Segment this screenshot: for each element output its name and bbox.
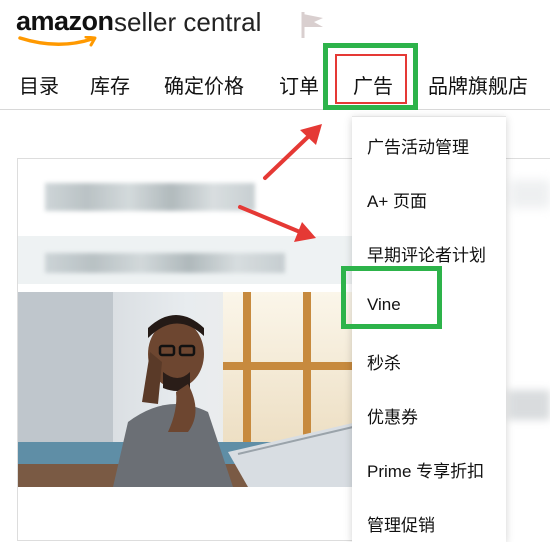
logo-amazon-word: amazon xyxy=(16,6,114,36)
right-card-edge xyxy=(500,158,550,542)
advertising-tab-red-outline xyxy=(335,54,407,104)
menu-item-prime-exclusive-discounts[interactable]: Prime 专享折扣 xyxy=(367,457,484,482)
nav-divider xyxy=(0,109,550,110)
logo-product-name: seller central xyxy=(114,7,262,37)
menu-item-coupons[interactable]: 优惠券 xyxy=(367,403,418,428)
menu-item-campaign-manager[interactable]: 广告活动管理 xyxy=(367,133,469,158)
menu-item-manage-promotions[interactable]: 管理促销 xyxy=(367,511,435,536)
hero-photo xyxy=(18,292,357,487)
menu-item-a-plus-content[interactable]: A+ 页面 xyxy=(367,187,427,212)
nav-item-inventory[interactable]: 库存 xyxy=(90,70,130,99)
blurred-heading xyxy=(45,183,255,211)
blurred-side-element xyxy=(510,180,550,208)
menu-item-early-reviewer-program[interactable]: 早期评论者计划 xyxy=(367,241,486,266)
advertising-dropdown-menu: 广告活动管理 A+ 页面 早期评论者计划 Vine 秒杀 优惠券 Prime 专… xyxy=(352,116,506,542)
blurred-side-element-2 xyxy=(508,390,550,420)
nav-item-pricing[interactable]: 确定价格 xyxy=(164,70,244,99)
flag-icon[interactable] xyxy=(298,10,328,40)
man-on-phone-image xyxy=(18,292,357,487)
nav-item-brand-store[interactable]: 品牌旗舰店 xyxy=(428,70,528,99)
nav-item-catalog[interactable]: 目录 xyxy=(19,70,59,99)
amazon-smile-icon xyxy=(18,36,97,47)
menu-item-lightning-deals[interactable]: 秒杀 xyxy=(367,349,401,374)
main-navigation: 目录 库存 确定价格 订单 广告 品牌旗舰店 xyxy=(0,62,550,104)
nav-item-orders[interactable]: 订单 xyxy=(279,70,319,99)
blurred-subheading xyxy=(45,253,285,273)
vine-highlight-box xyxy=(341,266,442,329)
